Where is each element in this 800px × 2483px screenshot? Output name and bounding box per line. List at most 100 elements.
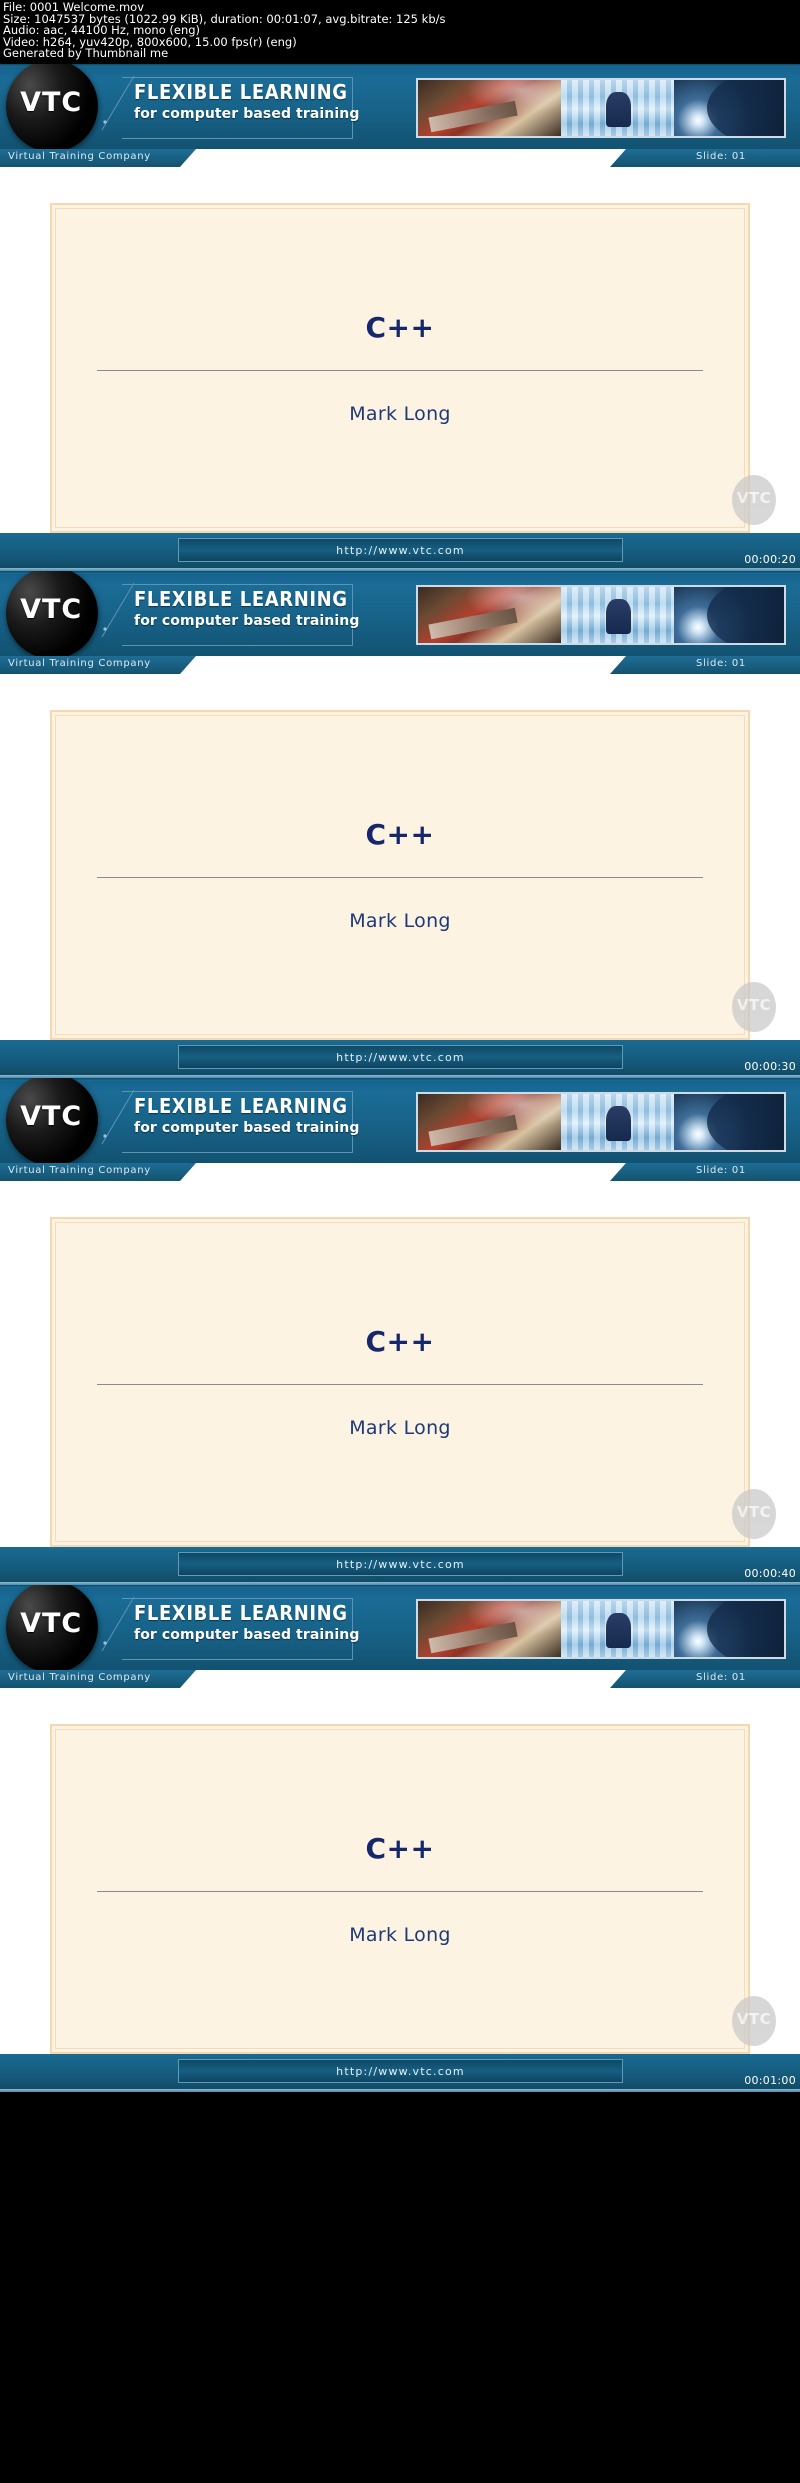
- video-frame[interactable]: VTC FLEXIBLE LEARNING for computer based…: [0, 63, 800, 571]
- slide-number-tab: Slide: 01: [610, 1162, 800, 1181]
- slide-number-tab: Slide: 01: [610, 148, 800, 167]
- photo-bridge-sunset: [674, 586, 784, 643]
- frame-footer: http://www.vtc.com 00:00:40: [0, 1546, 800, 1585]
- company-label-tab: Virtual Training Company: [0, 148, 196, 167]
- title-divider: [97, 876, 703, 878]
- slide-info-bar: Virtual Training Company Slide: 01: [0, 148, 800, 167]
- vtc-watermark-icon: VTC: [732, 1488, 776, 1539]
- slide-title: C++: [365, 1324, 435, 1358]
- frame-footer: http://www.vtc.com 00:00:20: [0, 532, 800, 571]
- company-label: Virtual Training Company: [8, 1671, 151, 1683]
- slide-number-label: Slide: 01: [696, 1164, 746, 1176]
- title-card-inner: C++ Mark Long: [55, 714, 745, 1035]
- vtc-logo-text: VTC: [20, 594, 83, 626]
- company-label-tab: Virtual Training Company: [0, 655, 196, 674]
- frame-timestamp: 00:00:20: [744, 552, 796, 566]
- vtc-watermark-icon: VTC: [732, 474, 776, 525]
- title-card: C++ Mark Long: [50, 709, 750, 1040]
- vtc-banner: VTC FLEXIBLE LEARNING for computer based…: [0, 1584, 800, 1670]
- frame-timestamp: 00:00:40: [744, 1566, 796, 1580]
- title-card: C++ Mark Long: [50, 202, 750, 533]
- frame-list: VTC FLEXIBLE LEARNING for computer based…: [0, 63, 800, 2092]
- slide-info-bar: Virtual Training Company Slide: 01: [0, 655, 800, 674]
- vtc-logo-icon: VTC: [0, 570, 108, 656]
- frame-footer: http://www.vtc.com 00:00:30: [0, 1039, 800, 1078]
- banner-tagline-secondary: for computer based training: [134, 1626, 360, 1643]
- slide-title: C++: [365, 310, 435, 344]
- title-divider: [97, 1383, 703, 1385]
- vtc-logo-text: VTC: [20, 87, 83, 119]
- company-label-tab: Virtual Training Company: [0, 1162, 196, 1181]
- slide-number-tab: Slide: 01: [610, 655, 800, 674]
- metadata-line-generator: Generated by Thumbnail me: [3, 46, 169, 61]
- vtc-banner: VTC FLEXIBLE LEARNING for computer based…: [0, 63, 800, 149]
- slide-number-label: Slide: 01: [696, 1671, 746, 1683]
- website-url-bar[interactable]: http://www.vtc.com: [178, 1551, 623, 1576]
- banner-tagline-primary: FLEXIBLE LEARNING: [134, 1093, 348, 1118]
- banner-tagline-primary: FLEXIBLE LEARNING: [134, 586, 348, 611]
- slide-canvas: C++ Mark Long VTC: [0, 1216, 800, 1547]
- video-frame[interactable]: VTC FLEXIBLE LEARNING for computer based…: [0, 1584, 800, 2092]
- photo-hand-keyboard: [418, 1600, 561, 1657]
- photo-bridge-sunset: [674, 79, 784, 136]
- title-card-inner: C++ Mark Long: [55, 1221, 745, 1542]
- vtc-watermark-text: VTC: [736, 488, 772, 507]
- website-url-bar[interactable]: http://www.vtc.com: [178, 1044, 623, 1069]
- vtc-watermark-text: VTC: [736, 995, 772, 1014]
- banner-photo-strip: [416, 77, 786, 138]
- banner-tagline-primary: FLEXIBLE LEARNING: [134, 1600, 348, 1625]
- photo-bridge-sunset: [674, 1600, 784, 1657]
- video-frame[interactable]: VTC FLEXIBLE LEARNING for computer based…: [0, 1077, 800, 1585]
- vtc-banner: VTC FLEXIBLE LEARNING for computer based…: [0, 570, 800, 656]
- title-card: C++ Mark Long: [50, 1216, 750, 1547]
- website-url-bar[interactable]: http://www.vtc.com: [178, 537, 623, 562]
- title-card: C++ Mark Long: [50, 1723, 750, 2054]
- title-divider: [97, 1890, 703, 1892]
- slide-number-label: Slide: 01: [696, 150, 746, 162]
- slide-canvas: C++ Mark Long VTC: [0, 1723, 800, 2054]
- banner-photo-strip: [416, 584, 786, 645]
- slide-info-bar: Virtual Training Company Slide: 01: [0, 1669, 800, 1688]
- photo-businessman: [560, 586, 675, 643]
- vtc-logo-icon: VTC: [0, 1077, 108, 1163]
- slide-info-bar: Virtual Training Company Slide: 01: [0, 1162, 800, 1181]
- banner-tagline-secondary: for computer based training: [134, 1119, 360, 1136]
- banner-photo-strip: [416, 1091, 786, 1152]
- video-frame[interactable]: VTC FLEXIBLE LEARNING for computer based…: [0, 570, 800, 1078]
- vtc-logo-text: VTC: [20, 1608, 83, 1640]
- photo-hand-keyboard: [418, 79, 561, 136]
- slide-canvas: C++ Mark Long VTC: [0, 709, 800, 1040]
- photo-businessman: [560, 1093, 675, 1150]
- photo-hand-keyboard: [418, 1093, 561, 1150]
- banner-tagline-secondary: for computer based training: [134, 612, 360, 629]
- slide-author: Mark Long: [349, 1923, 451, 1946]
- frame-timestamp: 00:00:30: [744, 1059, 796, 1073]
- vtc-watermark-icon: VTC: [732, 1995, 776, 2046]
- video-metadata-header: File: 0001 Welcome.mov Size: 1047537 byt…: [0, 0, 800, 64]
- vtc-logo-text: VTC: [20, 1101, 83, 1133]
- slide-author: Mark Long: [349, 909, 451, 932]
- thumbnail-sheet: File: 0001 Welcome.mov Size: 1047537 byt…: [0, 0, 800, 2092]
- website-url-text: http://www.vtc.com: [336, 543, 465, 557]
- title-divider: [97, 369, 703, 371]
- slide-author: Mark Long: [349, 402, 451, 425]
- slide-canvas: C++ Mark Long VTC: [0, 202, 800, 533]
- slide-title: C++: [365, 817, 435, 851]
- vtc-logo-icon: VTC: [0, 1584, 108, 1670]
- website-url-bar[interactable]: http://www.vtc.com: [178, 2058, 623, 2083]
- title-card-inner: C++ Mark Long: [55, 1728, 745, 2049]
- vtc-watermark-text: VTC: [736, 1502, 772, 1521]
- slide-number-label: Slide: 01: [696, 657, 746, 669]
- banner-tagline-secondary: for computer based training: [134, 105, 360, 122]
- banner-photo-strip: [416, 1598, 786, 1659]
- website-url-text: http://www.vtc.com: [336, 1557, 465, 1571]
- slide-number-tab: Slide: 01: [610, 1669, 800, 1688]
- slide-title: C++: [365, 1831, 435, 1865]
- photo-businessman: [560, 1600, 675, 1657]
- photo-businessman: [560, 79, 675, 136]
- banner-tagline-primary: FLEXIBLE LEARNING: [134, 79, 348, 104]
- company-label: Virtual Training Company: [8, 150, 151, 162]
- vtc-logo-icon: VTC: [0, 63, 108, 149]
- title-card-inner: C++ Mark Long: [55, 207, 745, 528]
- website-url-text: http://www.vtc.com: [336, 1050, 465, 1064]
